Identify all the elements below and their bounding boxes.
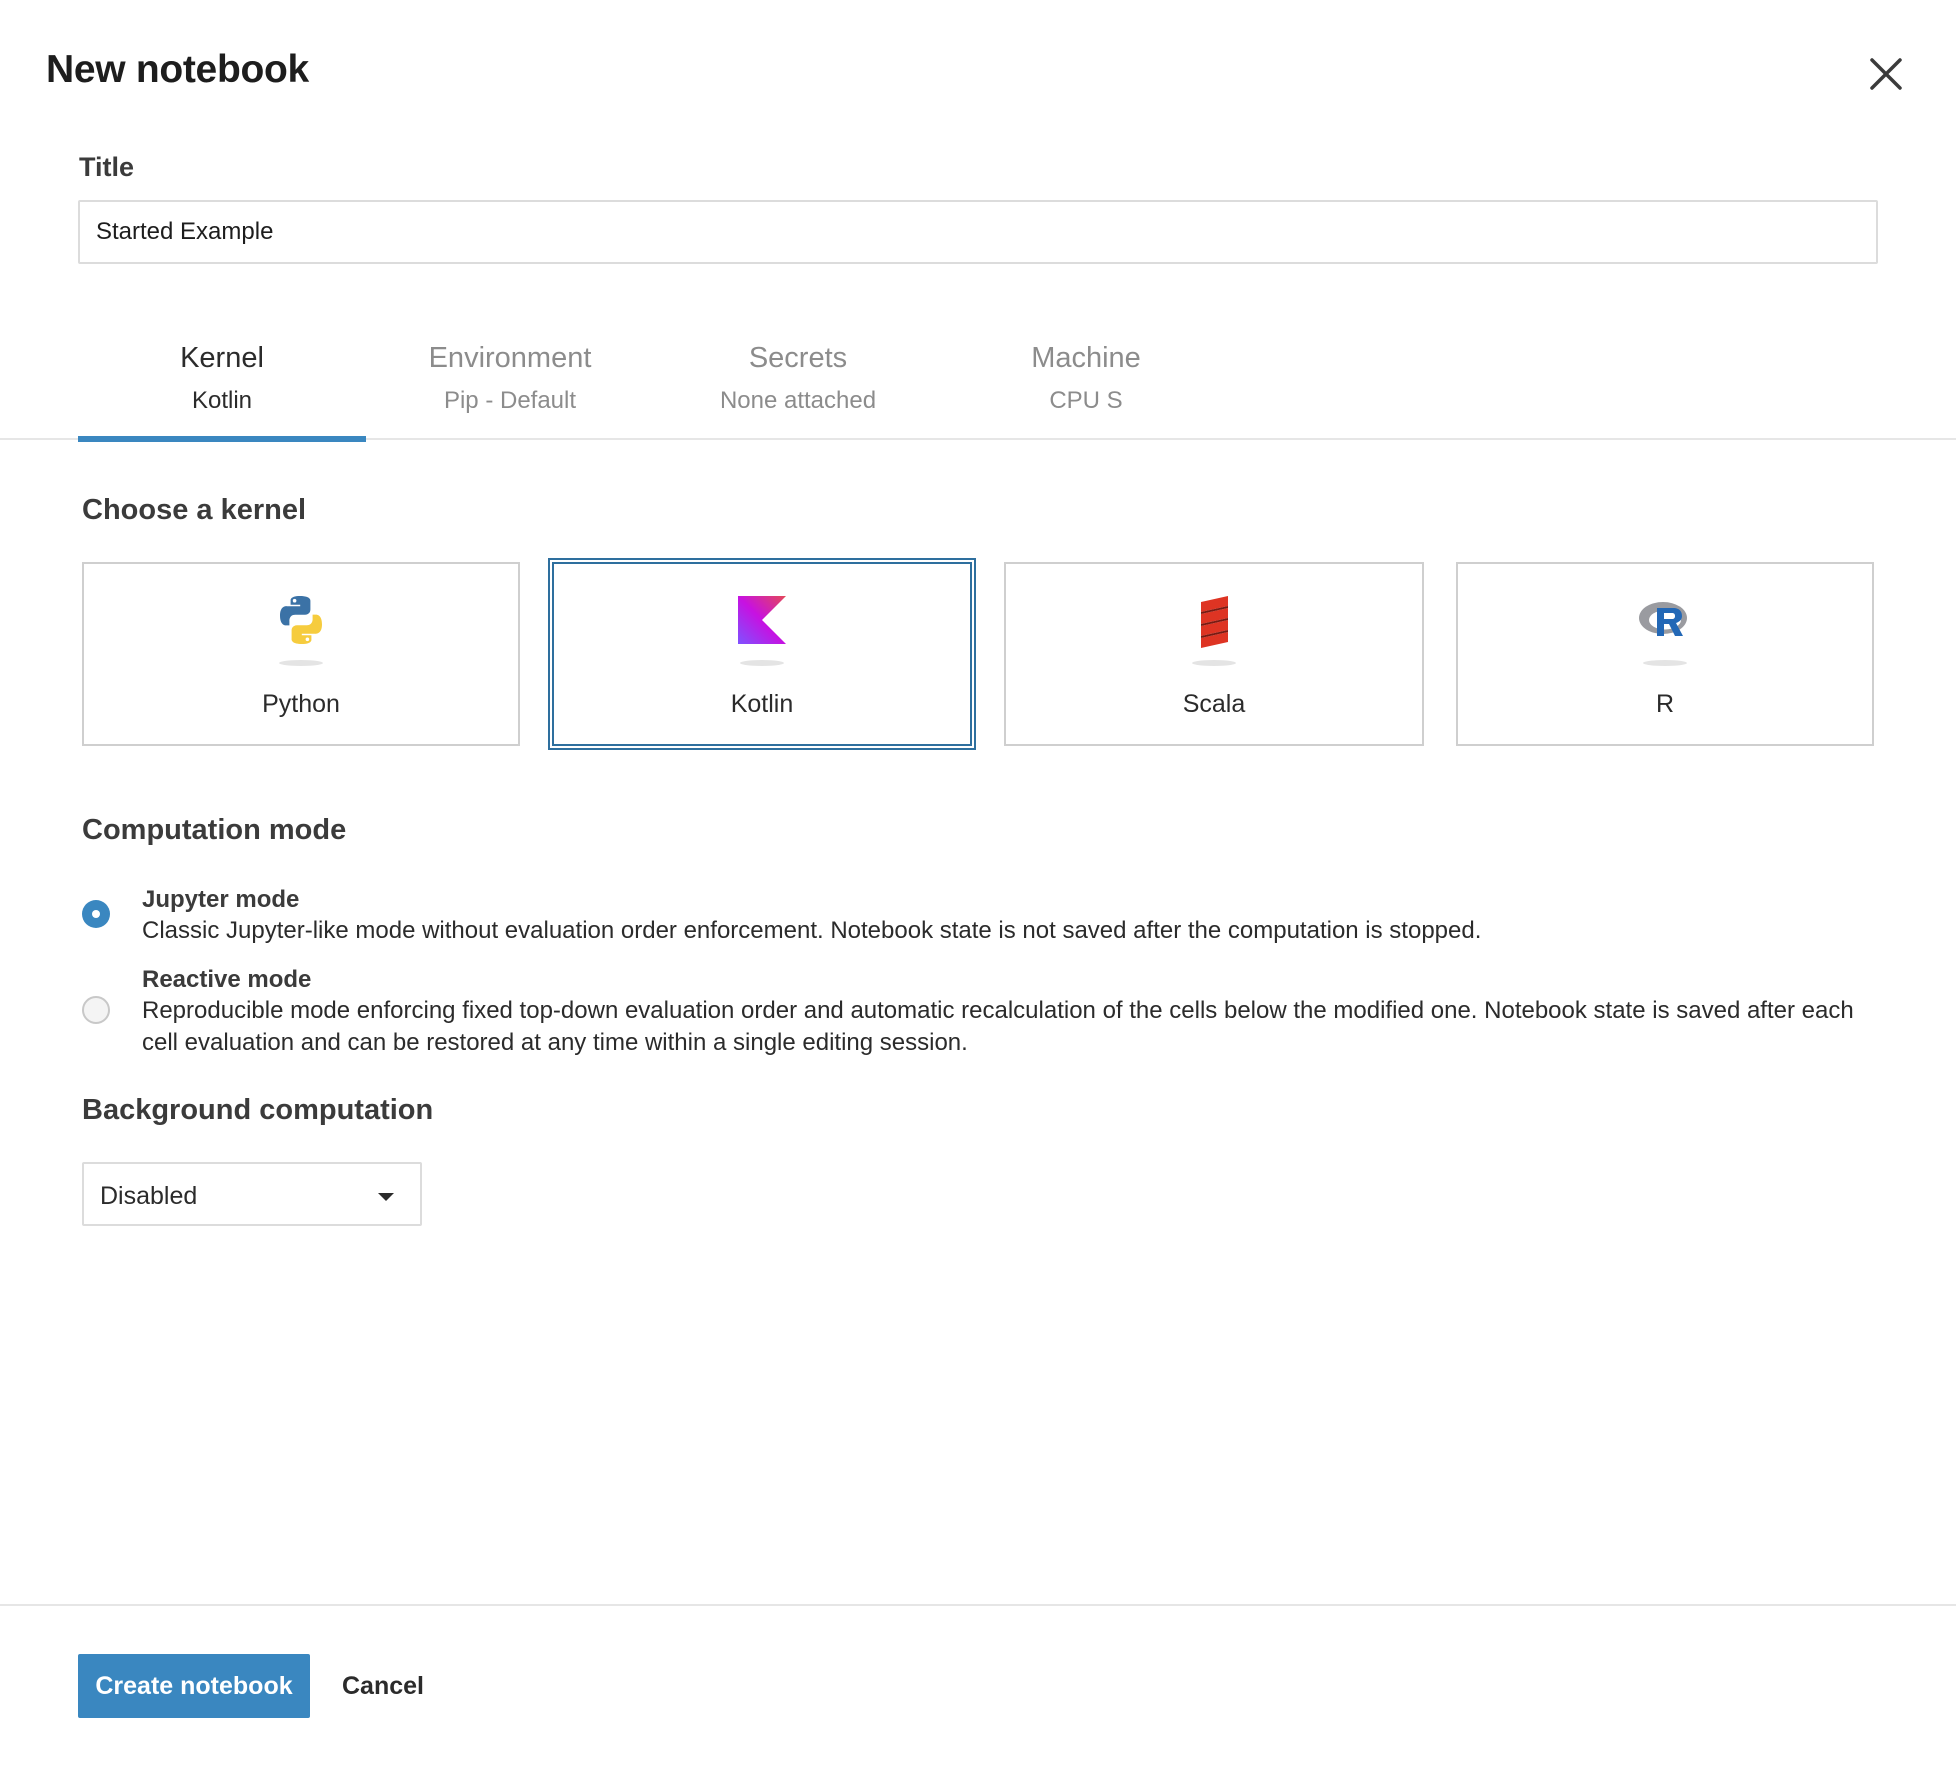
background-computation-heading: Background computation	[82, 1094, 434, 1126]
r-logo-shadow	[1643, 660, 1687, 666]
kernel-section-heading: Choose a kernel	[82, 494, 307, 526]
background-computation-select[interactable]: Disabled	[82, 1162, 422, 1226]
footer-divider	[0, 1604, 1956, 1606]
kernel-option-scala[interactable]: Scala	[1004, 562, 1424, 746]
jupyter-mode-title: Jupyter mode	[142, 886, 300, 913]
jupyter-mode-radio[interactable]	[82, 900, 110, 928]
background-computation-value: Disabled	[100, 1182, 198, 1210]
tab-environment[interactable]: Environment Pip - Default	[366, 330, 654, 440]
chevron-down-icon	[378, 1193, 394, 1201]
tab-secrets[interactable]: Secrets None attached	[654, 330, 942, 440]
scala-logo-icon	[1201, 596, 1228, 648]
create-notebook-button[interactable]: Create notebook	[78, 1654, 310, 1718]
kernel-option-label: Scala	[1182, 690, 1246, 718]
tab-kernel[interactable]: Kernel Kotlin	[78, 330, 366, 442]
tab-machine-label: Machine	[1031, 342, 1141, 374]
tab-machine[interactable]: Machine CPU S	[942, 330, 1230, 440]
r-logo-icon	[1639, 602, 1687, 636]
close-button[interactable]	[1862, 50, 1910, 98]
kernel-option-kotlin[interactable]: Kotlin	[548, 558, 976, 750]
kernel-option-label: Kotlin	[730, 690, 794, 718]
reactive-mode-description: Reproducible mode enforcing fixed top-do…	[142, 997, 1854, 1056]
python-logo-icon	[280, 596, 322, 644]
computation-mode-heading: Computation mode	[82, 814, 347, 846]
tab-environment-value: Pip - Default	[443, 387, 577, 414]
tab-environment-label: Environment	[428, 342, 592, 374]
tab-machine-value: CPU S	[1049, 387, 1123, 414]
title-input[interactable]	[78, 200, 1878, 264]
kernel-option-label: Python	[262, 690, 340, 718]
kotlin-logo-shadow	[740, 660, 784, 666]
cancel-button[interactable]: Cancel	[330, 1654, 436, 1718]
reactive-mode-radio[interactable]	[82, 996, 110, 1024]
tab-kernel-label: Kernel	[180, 342, 264, 374]
tab-secrets-value: None attached	[719, 387, 877, 414]
dialog-title: New notebook	[46, 48, 309, 91]
tab-kernel-value: Kotlin	[191, 387, 253, 414]
close-icon	[1870, 58, 1902, 90]
reactive-mode-title: Reactive mode	[142, 966, 312, 993]
kernel-option-python[interactable]: Python	[82, 562, 520, 746]
settings-tabs: Kernel Kotlin Environment Pip - Default …	[0, 330, 1956, 442]
kernel-option-r[interactable]: R	[1456, 562, 1874, 746]
python-logo-shadow	[279, 660, 323, 666]
title-label: Title	[79, 152, 135, 182]
kotlin-logo-icon	[738, 596, 786, 644]
jupyter-mode-description: Classic Jupyter-like mode without evalua…	[142, 917, 1482, 944]
tab-secrets-label: Secrets	[748, 342, 848, 374]
kernel-option-label: R	[1655, 690, 1675, 718]
scala-logo-shadow	[1192, 660, 1236, 666]
